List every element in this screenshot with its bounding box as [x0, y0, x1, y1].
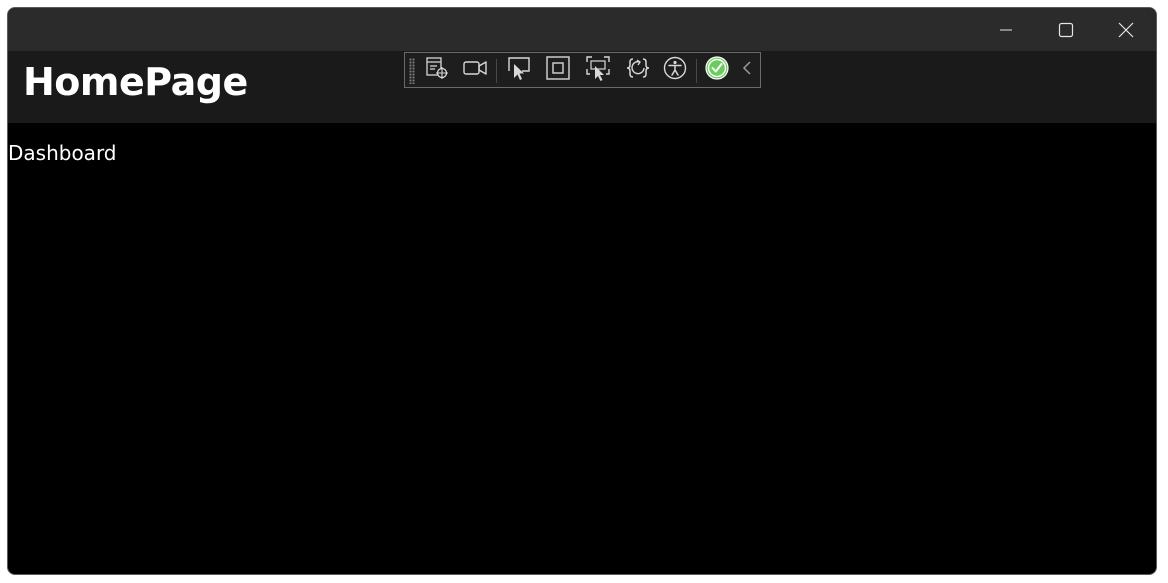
minimize-icon — [999, 23, 1013, 37]
hot-reload-button[interactable] — [621, 56, 655, 84]
record-button[interactable] — [458, 56, 492, 84]
minimize-button[interactable] — [977, 8, 1035, 51]
display-layout-adorners-icon — [545, 55, 571, 85]
live-visual-tree-button[interactable] — [420, 56, 454, 84]
close-button[interactable] — [1097, 8, 1155, 51]
accessibility-checker-button[interactable] — [658, 56, 692, 84]
binding-failures-button[interactable] — [700, 56, 734, 84]
page-title: HomePage — [23, 60, 248, 104]
hot-reload-icon — [625, 55, 651, 85]
accessibility-icon — [662, 55, 688, 85]
live-visual-tree-icon — [424, 55, 450, 85]
video-camera-icon — [462, 55, 488, 85]
binding-failures-check-icon — [704, 55, 730, 85]
select-element-button[interactable] — [501, 56, 535, 84]
toolbar-drag-grip[interactable] — [409, 58, 415, 84]
toolbar-separator — [496, 59, 497, 83]
dashboard-label: Dashboard — [8, 141, 117, 165]
close-icon — [1118, 22, 1134, 38]
track-focused-element-icon — [585, 55, 611, 85]
layout-adorners-button[interactable] — [541, 56, 575, 84]
app-window: HomePage Dashboard — [7, 7, 1157, 575]
toolbar-separator — [696, 59, 697, 83]
collapse-toolbar-button[interactable] — [733, 56, 761, 84]
select-element-icon — [505, 55, 531, 85]
collapse-chevron-icon — [740, 59, 754, 81]
xaml-debug-toolbar[interactable] — [404, 52, 761, 88]
track-focus-button[interactable] — [581, 56, 615, 84]
title-bar[interactable] — [8, 8, 1156, 51]
maximize-icon — [1058, 22, 1074, 38]
maximize-button[interactable] — [1037, 8, 1095, 51]
